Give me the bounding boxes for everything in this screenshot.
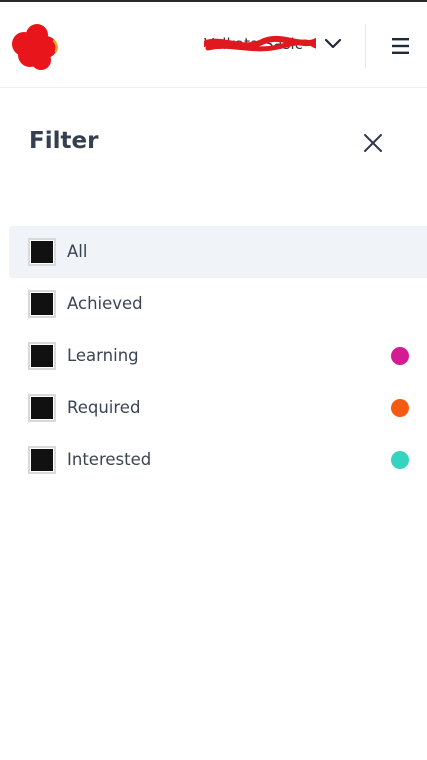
filter-label: Achieved bbox=[67, 294, 143, 313]
user-name: Valkata Sasic bbox=[204, 35, 316, 53]
logo-icon[interactable] bbox=[8, 22, 60, 74]
filter-label: Interested bbox=[67, 450, 152, 469]
app-header: Valkata Sasic bbox=[0, 2, 427, 88]
filter-item-achieved[interactable]: Achieved bbox=[9, 278, 427, 330]
filter-title: Filter bbox=[29, 128, 99, 154]
user-menu-button[interactable]: Valkata Sasic bbox=[204, 30, 342, 58]
filter-item-required[interactable]: Required bbox=[9, 382, 427, 434]
redaction-scribble bbox=[204, 35, 316, 52]
hamburger-menu-icon[interactable] bbox=[390, 35, 412, 57]
filter-item-all[interactable]: All bbox=[9, 226, 427, 278]
checkbox[interactable] bbox=[28, 446, 56, 474]
header-divider bbox=[365, 24, 366, 68]
close-icon[interactable] bbox=[360, 130, 386, 156]
status-dot bbox=[391, 347, 409, 365]
filter-item-learning[interactable]: Learning bbox=[9, 330, 427, 382]
filter-label: Learning bbox=[67, 346, 139, 365]
checkbox-checked-mark bbox=[31, 241, 53, 263]
filter-label: Required bbox=[67, 398, 141, 417]
chevron-down-icon bbox=[324, 38, 342, 49]
checkbox[interactable] bbox=[28, 342, 56, 370]
checkbox-checked-mark bbox=[31, 345, 53, 367]
checkbox-checked-mark bbox=[31, 293, 53, 315]
status-dot bbox=[391, 399, 409, 417]
checkbox[interactable] bbox=[28, 290, 56, 318]
checkbox[interactable] bbox=[28, 238, 56, 266]
checkbox[interactable] bbox=[28, 394, 56, 422]
checkbox-checked-mark bbox=[31, 397, 53, 419]
filter-label: All bbox=[67, 242, 88, 261]
status-dot bbox=[391, 451, 409, 469]
checkbox-checked-mark bbox=[31, 449, 53, 471]
filter-item-interested[interactable]: Interested bbox=[9, 434, 427, 486]
filter-list: All Achieved Learning Required Intereste… bbox=[9, 226, 427, 486]
